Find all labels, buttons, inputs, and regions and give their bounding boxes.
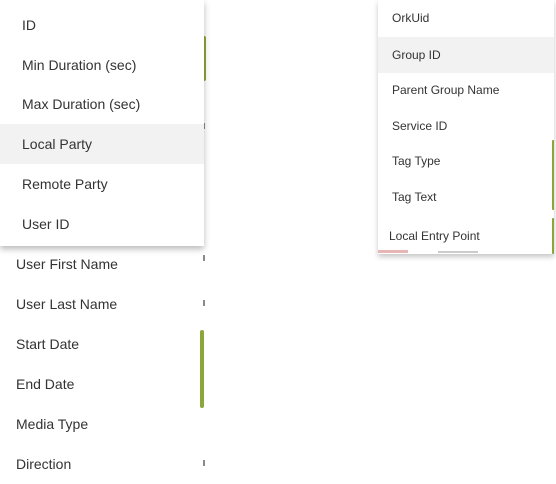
- underlay-highlight: [378, 250, 408, 253]
- list-item-user-last-name[interactable]: User Last Name: [0, 284, 200, 324]
- scroll-dot: [203, 460, 205, 466]
- menu-item-label: Service ID: [392, 119, 448, 133]
- menu-item-label: OrkUid: [392, 11, 430, 25]
- menu-item-label: User ID: [22, 216, 70, 232]
- scroll-thumb-right-lower[interactable]: [552, 218, 554, 254]
- left-panel: ID Min Duration (sec) Max Duration (sec)…: [0, 0, 206, 481]
- list-item-start-date[interactable]: Start Date: [0, 324, 200, 364]
- menu-item-tag-text[interactable]: Tag Text: [378, 179, 554, 215]
- menu-item-orkuid[interactable]: OrkUid: [378, 0, 554, 36]
- menu-item-label: Local Entry Point: [389, 229, 480, 243]
- menu-item-group-id[interactable]: Group ID: [378, 37, 554, 73]
- list-item-user-first-name[interactable]: User First Name: [0, 244, 200, 284]
- menu-item-tag-type[interactable]: Tag Type: [378, 143, 554, 179]
- menu-item-label: ID: [22, 17, 36, 33]
- menu-item-label: Parent Group Name: [392, 83, 500, 97]
- field-select-dropdown-right: OrkUid Group ID Parent Group Name Servic…: [378, 0, 554, 254]
- list-item-media-type[interactable]: Media Type: [0, 404, 200, 444]
- scroll-thumb-bottom[interactable]: [200, 330, 204, 408]
- list-item-end-date[interactable]: End Date: [0, 364, 200, 404]
- menu-item-min-duration[interactable]: Min Duration (sec): [0, 45, 204, 85]
- menu-item-local-entry-point[interactable]: Local Entry Point: [378, 218, 554, 254]
- menu-item-service-id[interactable]: Service ID: [378, 108, 554, 144]
- menu-edge-underlay: [378, 250, 554, 254]
- scroll-dot: [203, 300, 205, 306]
- menu-item-label: Tag Text: [392, 190, 437, 204]
- menu-item-label: Tag Type: [392, 154, 441, 168]
- menu-item-max-duration[interactable]: Max Duration (sec): [0, 84, 204, 124]
- menu-item-label: Min Duration (sec): [22, 57, 137, 73]
- menu-item-user-id[interactable]: User ID: [0, 204, 204, 244]
- menu-item-parent-group-name[interactable]: Parent Group Name: [378, 72, 554, 108]
- menu-item-remote-party[interactable]: Remote Party: [0, 164, 204, 204]
- menu-item-label: Max Duration (sec): [22, 96, 141, 112]
- list-item-label: User First Name: [16, 256, 118, 272]
- list-item-label: End Date: [16, 376, 75, 392]
- list-item-label: User Last Name: [16, 296, 118, 312]
- field-select-dropdown-left: ID Min Duration (sec) Max Duration (sec)…: [0, 0, 204, 246]
- menu-item-label: Remote Party: [22, 176, 108, 192]
- menu-item-local-party[interactable]: Local Party: [0, 124, 204, 164]
- list-item-label: Media Type: [16, 416, 89, 432]
- scroll-thumb-right[interactable]: [552, 140, 554, 210]
- menu-item-label: Group ID: [392, 48, 441, 62]
- menu-item-label: Local Party: [22, 136, 93, 152]
- scroll-dot: [203, 255, 205, 261]
- menu-item-id[interactable]: ID: [0, 5, 204, 45]
- list-item-direction[interactable]: Direction: [0, 444, 200, 484]
- underlay-line: [438, 251, 478, 253]
- list-item-label: Start Date: [16, 336, 80, 352]
- list-item-label: Direction: [16, 456, 72, 472]
